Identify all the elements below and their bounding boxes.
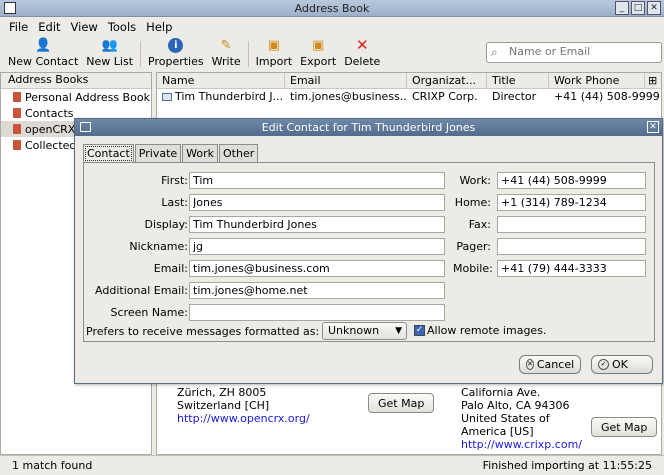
contact-card-icon bbox=[162, 93, 172, 101]
additional-email-field[interactable] bbox=[189, 282, 445, 299]
format-select[interactable]: Unknown ▼ bbox=[322, 322, 407, 340]
column-header-email[interactable]: Email bbox=[285, 73, 407, 88]
first-name-label: First: bbox=[161, 174, 188, 187]
additional-email-label: Additional Email: bbox=[95, 284, 188, 297]
status-right: Finished importing at 11:55:25 bbox=[482, 459, 652, 472]
address-books-header: Address Books bbox=[1, 73, 151, 89]
work-phone-field[interactable] bbox=[497, 172, 646, 189]
allow-remote-images-checkbox[interactable]: ✓ bbox=[414, 325, 425, 336]
edit-contact-dialog: Edit Contact for Tim Thunderbird Jones ✕… bbox=[74, 118, 663, 384]
statusbar: 1 match found Finished importing at 11:5… bbox=[0, 455, 664, 475]
tab-contact[interactable]: Contact bbox=[83, 144, 134, 163]
import-button[interactable]: ▣ Import bbox=[252, 36, 297, 70]
last-name-field[interactable] bbox=[189, 194, 445, 211]
properties-button[interactable]: i Properties bbox=[144, 36, 208, 70]
book-icon bbox=[13, 140, 21, 150]
home-url-link[interactable]: http://www.crixp.com/ bbox=[461, 438, 582, 451]
column-header-name[interactable]: Name bbox=[157, 73, 285, 88]
maximize-icon[interactable]: □ bbox=[631, 1, 645, 15]
tab-work[interactable]: Work bbox=[182, 144, 219, 162]
work-phone-label: Work: bbox=[459, 174, 491, 187]
tab-private[interactable]: Private bbox=[134, 144, 182, 162]
dialog-title: Edit Contact for Tim Thunderbird Jones bbox=[261, 121, 476, 134]
write-button[interactable]: ✎ Write bbox=[208, 36, 245, 70]
last-name-label: Last: bbox=[161, 196, 188, 209]
dialog-titlebar: Edit Contact for Tim Thunderbird Jones ✕ bbox=[75, 119, 662, 136]
dialog-tabs: Contact Private Work Other bbox=[83, 144, 259, 163]
table-row[interactable]: Tim Thunderbird J... tim.jones@business.… bbox=[157, 89, 661, 105]
new-contact-icon: 👤 bbox=[35, 37, 52, 53]
format-preference-label: Prefers to receive messages formatted as… bbox=[86, 325, 320, 338]
contact-detail-pane: Zürich, ZH 8005 Switzerland [CH] http://… bbox=[157, 383, 663, 455]
column-header-title[interactable]: Title bbox=[487, 73, 549, 88]
menu-view[interactable]: View bbox=[66, 17, 103, 36]
menubar: File Edit View Tools Help bbox=[0, 17, 664, 36]
home-address: California Ave. Palo Alto, CA 94306 Unit… bbox=[461, 386, 582, 451]
toolbar-separator bbox=[247, 41, 249, 67]
new-list-icon: 👥 bbox=[101, 37, 118, 53]
menu-edit[interactable]: Edit bbox=[33, 17, 65, 36]
new-contact-button[interactable]: 👤 New Contact bbox=[4, 36, 82, 70]
cancel-icon: ✕ bbox=[526, 359, 534, 370]
pencil-icon: ✎ bbox=[220, 37, 232, 53]
mobile-label: Mobile: bbox=[453, 262, 493, 275]
nickname-label: Nickname: bbox=[129, 240, 188, 253]
window-title: Address Book bbox=[294, 2, 370, 15]
cancel-button[interactable]: ✕ Cancel bbox=[519, 355, 581, 374]
export-button[interactable]: ▣ Export bbox=[296, 36, 340, 70]
work-address: Zürich, ZH 8005 Switzerland [CH] http://… bbox=[177, 386, 310, 425]
search-input[interactable] bbox=[509, 45, 657, 58]
search-box[interactable]: ⌕ bbox=[486, 42, 662, 63]
dialog-close-icon[interactable]: ✕ bbox=[647, 121, 659, 133]
first-name-field[interactable] bbox=[189, 172, 445, 189]
home-phone-field[interactable] bbox=[497, 194, 646, 211]
info-icon: i bbox=[167, 37, 185, 53]
address-book-item[interactable]: Personal Address Book bbox=[1, 89, 151, 105]
ok-button[interactable]: ✓ OK bbox=[591, 355, 653, 374]
export-icon: ▣ bbox=[312, 37, 325, 53]
minimize-icon[interactable]: _ bbox=[615, 1, 629, 15]
display-name-field[interactable] bbox=[189, 216, 445, 233]
tab-other[interactable]: Other bbox=[219, 144, 259, 162]
window-titlebar: Address Book _ □ ✕ bbox=[0, 0, 664, 17]
menu-help[interactable]: Help bbox=[141, 17, 177, 36]
screen-name-field[interactable] bbox=[189, 304, 445, 321]
get-map-button[interactable]: Get Map bbox=[368, 393, 435, 413]
column-header-organization[interactable]: Organizat... bbox=[407, 73, 487, 88]
chevron-down-icon: ▼ bbox=[395, 326, 402, 336]
display-name-label: Display: bbox=[144, 218, 188, 231]
book-icon bbox=[13, 92, 21, 102]
nickname-field[interactable] bbox=[189, 238, 445, 255]
book-icon bbox=[13, 124, 21, 134]
toolbar-separator bbox=[140, 41, 142, 67]
get-map-button[interactable]: Get Map bbox=[591, 417, 658, 437]
status-left: 1 match found bbox=[12, 459, 93, 472]
column-picker-icon[interactable]: ⊞ bbox=[645, 73, 661, 88]
work-url-link[interactable]: http://www.opencrx.org/ bbox=[177, 412, 310, 425]
email-field[interactable] bbox=[189, 260, 445, 277]
fax-label: Fax: bbox=[468, 218, 491, 231]
menu-tools[interactable]: Tools bbox=[103, 17, 141, 36]
allow-remote-images-label: Allow remote images. bbox=[427, 324, 547, 337]
fax-field[interactable] bbox=[497, 216, 646, 233]
pager-label: Pager: bbox=[456, 240, 491, 253]
contact-tab-panel: First: Last: Display: Nickname: Email: A… bbox=[83, 162, 655, 342]
delete-button[interactable]: ✕ Delete bbox=[340, 36, 384, 70]
delete-x-icon: ✕ bbox=[355, 36, 369, 54]
import-icon: ▣ bbox=[267, 37, 281, 53]
new-list-button[interactable]: 👥 New List bbox=[82, 36, 137, 70]
close-icon[interactable]: ✕ bbox=[647, 1, 661, 15]
book-icon bbox=[13, 108, 21, 118]
pager-field[interactable] bbox=[497, 238, 646, 255]
search-icon: ⌕ bbox=[491, 45, 498, 59]
home-phone-label: Home: bbox=[454, 196, 491, 209]
column-header-work-phone[interactable]: Work Phone bbox=[549, 73, 645, 88]
column-header-row: Name Email Organizat... Title Work Phone… bbox=[157, 73, 661, 89]
menu-file[interactable]: File bbox=[4, 17, 33, 36]
screen-name-label: Screen Name: bbox=[110, 306, 188, 319]
mobile-field[interactable] bbox=[497, 260, 646, 277]
email-label: Email: bbox=[153, 262, 188, 275]
checkmark-icon: ✓ bbox=[598, 359, 609, 370]
